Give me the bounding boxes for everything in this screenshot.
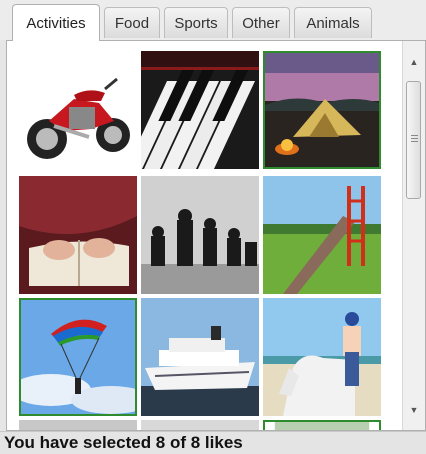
image-tile-tent[interactable]	[263, 51, 381, 169]
partial-image	[141, 420, 259, 430]
piano-keys-image	[141, 51, 259, 169]
arrow-down-icon[interactable]: ▼	[403, 399, 425, 421]
vertical-scrollbar[interactable]: ▲ ▼	[402, 41, 425, 430]
image-tile-motorcycle[interactable]	[19, 51, 137, 169]
camping-tent-image	[265, 53, 379, 167]
image-tile-horse[interactable]	[263, 298, 381, 416]
image-tile-cruise[interactable]	[141, 298, 259, 416]
cruise-ship-image	[141, 298, 259, 416]
reading-book-image	[19, 176, 137, 294]
image-tile-piano[interactable]	[141, 51, 259, 169]
image-tile-partial-1[interactable]	[19, 420, 137, 430]
playground-slide-image	[263, 176, 381, 294]
image-tile-parachute[interactable]	[19, 298, 137, 416]
image-panel: ▲ ▼	[6, 40, 426, 431]
tab-bar: Activities Food Sports Other Animals	[0, 0, 426, 41]
arrow-up-icon[interactable]: ▲	[403, 51, 425, 73]
selection-status: You have selected 8 of 8 likes	[0, 431, 426, 454]
image-tile-slide[interactable]	[263, 176, 381, 294]
partial-image	[274, 422, 370, 430]
chess-pieces-image	[141, 176, 259, 294]
tab-sports[interactable]: Sports	[164, 7, 228, 38]
horse-riding-image	[263, 298, 381, 416]
tab-food[interactable]: Food	[104, 7, 160, 38]
motorcycle-image	[19, 51, 137, 169]
grip-icon	[411, 138, 418, 139]
partial-image	[19, 420, 137, 430]
image-tile-chess[interactable]	[141, 176, 259, 294]
image-tile-reading[interactable]	[19, 176, 137, 294]
grip-icon	[411, 141, 418, 142]
image-grid	[7, 41, 403, 430]
image-tile-partial-3[interactable]	[263, 420, 381, 430]
tab-other[interactable]: Other	[232, 7, 290, 38]
scrollbar-thumb[interactable]	[406, 81, 421, 199]
parachuting-image	[21, 300, 135, 414]
tab-animals[interactable]: Animals	[294, 7, 372, 38]
grip-icon	[411, 135, 418, 136]
tab-activities[interactable]: Activities	[12, 4, 100, 41]
image-tile-partial-2[interactable]	[141, 420, 259, 430]
